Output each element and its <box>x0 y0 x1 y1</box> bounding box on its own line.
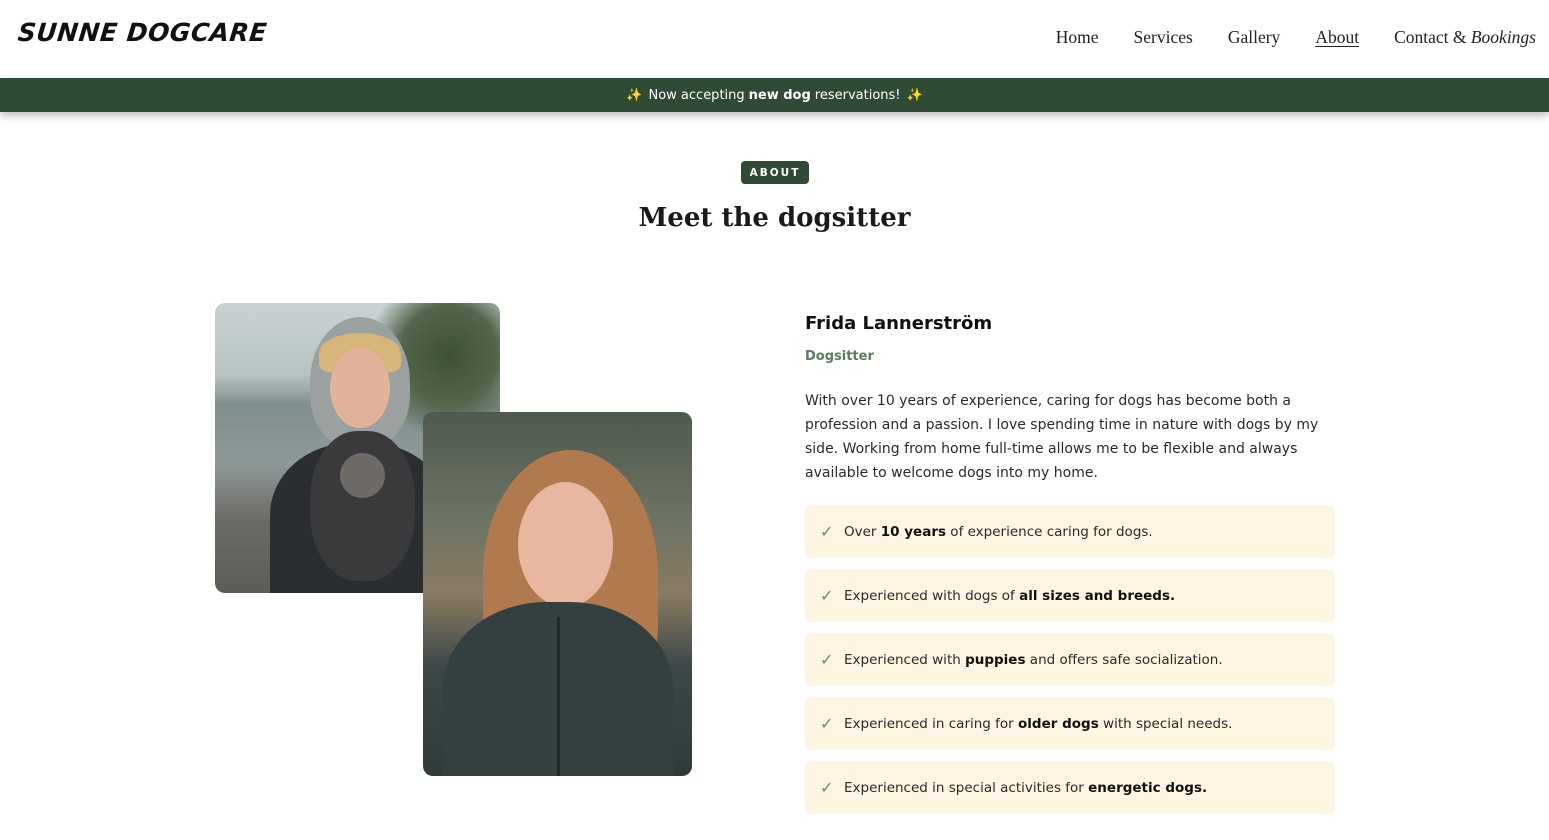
nav-services[interactable]: Services <box>1134 27 1193 48</box>
nav-about[interactable]: About <box>1315 27 1359 48</box>
sparkle-icon: ✨ <box>906 87 923 103</box>
section-badge: ABOUT <box>741 161 809 184</box>
sparkle-icon: ✨ <box>626 87 643 103</box>
feature-list: ✓ Over 10 years of experience caring for… <box>805 505 1335 825</box>
banner-text-bold: new dog <box>748 87 811 103</box>
nav-home[interactable]: Home <box>1056 27 1099 48</box>
dogsitter-bio: With over 10 years of experience, caring… <box>805 393 1319 481</box>
nav-gallery[interactable]: Gallery <box>1228 27 1280 48</box>
nav-bookings-label: Bookings <box>1470 27 1536 47</box>
announcement-banner: ✨ Now accepting new dog reservations! ✨ <box>0 78 1549 112</box>
feature-item: ✓ Experienced in caring for older dogs w… <box>805 697 1335 750</box>
feature-text: Over 10 years of experience caring for d… <box>844 523 1153 540</box>
check-icon: ✓ <box>820 586 834 605</box>
check-icon: ✓ <box>820 522 834 541</box>
dogsitter-name: Frida Lannerström <box>805 313 993 334</box>
section-title: Meet the dogsitter <box>638 203 911 233</box>
feature-item: ✓ Experienced in special activities for … <box>805 761 1335 814</box>
feature-text: Experienced in special activities for en… <box>844 779 1208 796</box>
dogsitter-role: Dogsitter <box>805 349 874 364</box>
check-icon: ✓ <box>820 778 834 797</box>
dogsitter-portrait-photo <box>423 412 692 776</box>
feature-item: ✓ Experienced with puppies and offers sa… <box>805 633 1335 686</box>
banner-text-after: reservations! <box>814 87 901 103</box>
main-nav: Home Services Gallery About Contact & Bo… <box>1056 27 1536 48</box>
nav-contact-bookings[interactable]: Contact & Bookings <box>1394 27 1536 48</box>
check-icon: ✓ <box>820 714 834 733</box>
feature-text: Experienced with dogs of all sizes and b… <box>844 587 1176 604</box>
feature-text: Experienced with puppies and offers safe… <box>844 651 1223 668</box>
nav-contact-label: Contact & <box>1394 27 1471 47</box>
feature-text: Experienced in caring for older dogs wit… <box>844 715 1233 732</box>
check-icon: ✓ <box>820 650 834 669</box>
feature-item: ✓ Over 10 years of experience caring for… <box>805 505 1335 558</box>
site-header: SUNNE DOGCARE Home Services Gallery Abou… <box>0 0 1549 78</box>
feature-item: ✓ Experienced with dogs of all sizes and… <box>805 569 1335 622</box>
site-logo[interactable]: SUNNE DOGCARE <box>16 18 268 47</box>
banner-text-before: Now accepting <box>648 87 745 103</box>
